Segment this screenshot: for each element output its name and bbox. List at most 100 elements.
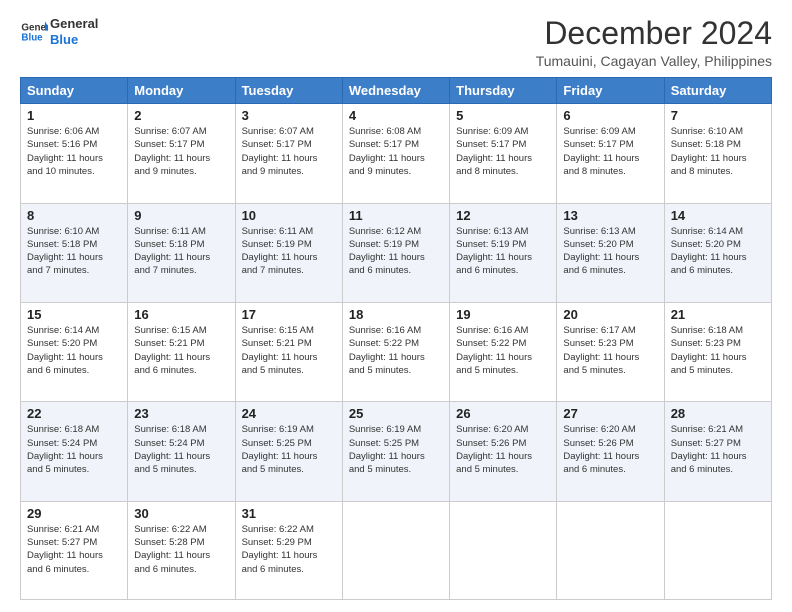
calendar-cell: 4 Sunrise: 6:08 AM Sunset: 5:17 PM Dayli…: [342, 104, 449, 203]
calendar-cell: 5 Sunrise: 6:09 AM Sunset: 5:17 PM Dayli…: [450, 104, 557, 203]
sunset-text: Sunset: 5:20 PM: [563, 239, 633, 250]
daylight-text: Daylight: 11 hours and 9 minutes.: [134, 153, 210, 177]
day-header-sunday: Sunday: [21, 78, 128, 104]
day-number: 1: [27, 108, 121, 123]
page: General Blue General Blue December 2024 …: [0, 0, 792, 612]
calendar-cell: [664, 501, 771, 599]
day-number: 13: [563, 208, 657, 223]
sunrise-text: Sunrise: 6:08 AM: [349, 126, 421, 137]
daylight-text: Daylight: 11 hours and 8 minutes.: [563, 153, 639, 177]
calendar-cell: 22 Sunrise: 6:18 AM Sunset: 5:24 PM Dayl…: [21, 402, 128, 501]
calendar-cell: 23 Sunrise: 6:18 AM Sunset: 5:24 PM Dayl…: [128, 402, 235, 501]
daylight-text: Daylight: 11 hours and 6 minutes.: [27, 352, 103, 376]
daylight-text: Daylight: 11 hours and 8 minutes.: [671, 153, 747, 177]
day-number: 20: [563, 307, 657, 322]
day-number: 31: [242, 506, 336, 521]
calendar-cell: 8 Sunrise: 6:10 AM Sunset: 5:18 PM Dayli…: [21, 203, 128, 302]
day-number: 14: [671, 208, 765, 223]
sunrise-text: Sunrise: 6:07 AM: [134, 126, 206, 137]
sunrise-text: Sunrise: 6:16 AM: [456, 325, 528, 336]
sunset-text: Sunset: 5:24 PM: [134, 438, 204, 449]
day-number: 18: [349, 307, 443, 322]
sunrise-text: Sunrise: 6:21 AM: [671, 424, 743, 435]
day-header-tuesday: Tuesday: [235, 78, 342, 104]
sunrise-text: Sunrise: 6:14 AM: [671, 226, 743, 237]
daylight-text: Daylight: 11 hours and 5 minutes.: [456, 352, 532, 376]
sunrise-text: Sunrise: 6:17 AM: [563, 325, 635, 336]
calendar-table: SundayMondayTuesdayWednesdayThursdayFrid…: [20, 77, 772, 600]
day-header-saturday: Saturday: [664, 78, 771, 104]
day-number: 26: [456, 406, 550, 421]
sunset-text: Sunset: 5:17 PM: [242, 139, 312, 150]
calendar-cell: 12 Sunrise: 6:13 AM Sunset: 5:19 PM Dayl…: [450, 203, 557, 302]
day-number: 3: [242, 108, 336, 123]
day-number: 16: [134, 307, 228, 322]
calendar-cell: 13 Sunrise: 6:13 AM Sunset: 5:20 PM Dayl…: [557, 203, 664, 302]
day-number: 17: [242, 307, 336, 322]
sunrise-text: Sunrise: 6:18 AM: [671, 325, 743, 336]
sunset-text: Sunset: 5:28 PM: [134, 537, 204, 548]
daylight-text: Daylight: 11 hours and 5 minutes.: [134, 451, 210, 475]
calendar-cell: 14 Sunrise: 6:14 AM Sunset: 5:20 PM Dayl…: [664, 203, 771, 302]
day-number: 29: [27, 506, 121, 521]
sunset-text: Sunset: 5:19 PM: [242, 239, 312, 250]
logo-line1: General: [50, 16, 98, 32]
sunset-text: Sunset: 5:29 PM: [242, 537, 312, 548]
calendar-cell: 30 Sunrise: 6:22 AM Sunset: 5:28 PM Dayl…: [128, 501, 235, 599]
sunset-text: Sunset: 5:25 PM: [349, 438, 419, 449]
sunrise-text: Sunrise: 6:07 AM: [242, 126, 314, 137]
daylight-text: Daylight: 11 hours and 5 minutes.: [349, 451, 425, 475]
calendar-header-row: SundayMondayTuesdayWednesdayThursdayFrid…: [21, 78, 772, 104]
sunset-text: Sunset: 5:18 PM: [27, 239, 97, 250]
daylight-text: Daylight: 11 hours and 6 minutes.: [563, 252, 639, 276]
sunset-text: Sunset: 5:26 PM: [563, 438, 633, 449]
daylight-text: Daylight: 11 hours and 6 minutes.: [27, 550, 103, 574]
calendar-cell: 27 Sunrise: 6:20 AM Sunset: 5:26 PM Dayl…: [557, 402, 664, 501]
daylight-text: Daylight: 11 hours and 7 minutes.: [27, 252, 103, 276]
sunset-text: Sunset: 5:17 PM: [456, 139, 526, 150]
sunrise-text: Sunrise: 6:15 AM: [242, 325, 314, 336]
sunrise-text: Sunrise: 6:11 AM: [134, 226, 206, 237]
logo-icon: General Blue: [20, 18, 48, 46]
daylight-text: Daylight: 11 hours and 5 minutes.: [563, 352, 639, 376]
sunrise-text: Sunrise: 6:16 AM: [349, 325, 421, 336]
sunset-text: Sunset: 5:23 PM: [563, 338, 633, 349]
calendar-cell: 25 Sunrise: 6:19 AM Sunset: 5:25 PM Dayl…: [342, 402, 449, 501]
sunrise-text: Sunrise: 6:21 AM: [27, 524, 99, 535]
title-block: December 2024 Tumauini, Cagayan Valley, …: [536, 16, 772, 69]
sunrise-text: Sunrise: 6:12 AM: [349, 226, 421, 237]
sunrise-text: Sunrise: 6:19 AM: [349, 424, 421, 435]
header: General Blue General Blue December 2024 …: [20, 16, 772, 69]
daylight-text: Daylight: 11 hours and 7 minutes.: [242, 252, 318, 276]
sunrise-text: Sunrise: 6:19 AM: [242, 424, 314, 435]
sunrise-text: Sunrise: 6:14 AM: [27, 325, 99, 336]
sunrise-text: Sunrise: 6:20 AM: [563, 424, 635, 435]
sunrise-text: Sunrise: 6:10 AM: [671, 126, 743, 137]
calendar-cell: 26 Sunrise: 6:20 AM Sunset: 5:26 PM Dayl…: [450, 402, 557, 501]
day-number: 23: [134, 406, 228, 421]
calendar-cell: 19 Sunrise: 6:16 AM Sunset: 5:22 PM Dayl…: [450, 302, 557, 401]
day-number: 6: [563, 108, 657, 123]
calendar-cell: 18 Sunrise: 6:16 AM Sunset: 5:22 PM Dayl…: [342, 302, 449, 401]
day-number: 4: [349, 108, 443, 123]
daylight-text: Daylight: 11 hours and 6 minutes.: [456, 252, 532, 276]
sunset-text: Sunset: 5:19 PM: [349, 239, 419, 250]
calendar-cell: 17 Sunrise: 6:15 AM Sunset: 5:21 PM Dayl…: [235, 302, 342, 401]
calendar-cell: 15 Sunrise: 6:14 AM Sunset: 5:20 PM Dayl…: [21, 302, 128, 401]
day-number: 21: [671, 307, 765, 322]
daylight-text: Daylight: 11 hours and 9 minutes.: [349, 153, 425, 177]
calendar-cell: 2 Sunrise: 6:07 AM Sunset: 5:17 PM Dayli…: [128, 104, 235, 203]
sunrise-text: Sunrise: 6:09 AM: [563, 126, 635, 137]
calendar-cell: [342, 501, 449, 599]
day-number: 28: [671, 406, 765, 421]
sunset-text: Sunset: 5:22 PM: [349, 338, 419, 349]
calendar-cell: 7 Sunrise: 6:10 AM Sunset: 5:18 PM Dayli…: [664, 104, 771, 203]
daylight-text: Daylight: 11 hours and 6 minutes.: [134, 550, 210, 574]
day-header-friday: Friday: [557, 78, 664, 104]
sunrise-text: Sunrise: 6:20 AM: [456, 424, 528, 435]
sunset-text: Sunset: 5:23 PM: [671, 338, 741, 349]
calendar-cell: 21 Sunrise: 6:18 AM Sunset: 5:23 PM Dayl…: [664, 302, 771, 401]
daylight-text: Daylight: 11 hours and 6 minutes.: [671, 451, 747, 475]
day-number: 15: [27, 307, 121, 322]
sunset-text: Sunset: 5:24 PM: [27, 438, 97, 449]
